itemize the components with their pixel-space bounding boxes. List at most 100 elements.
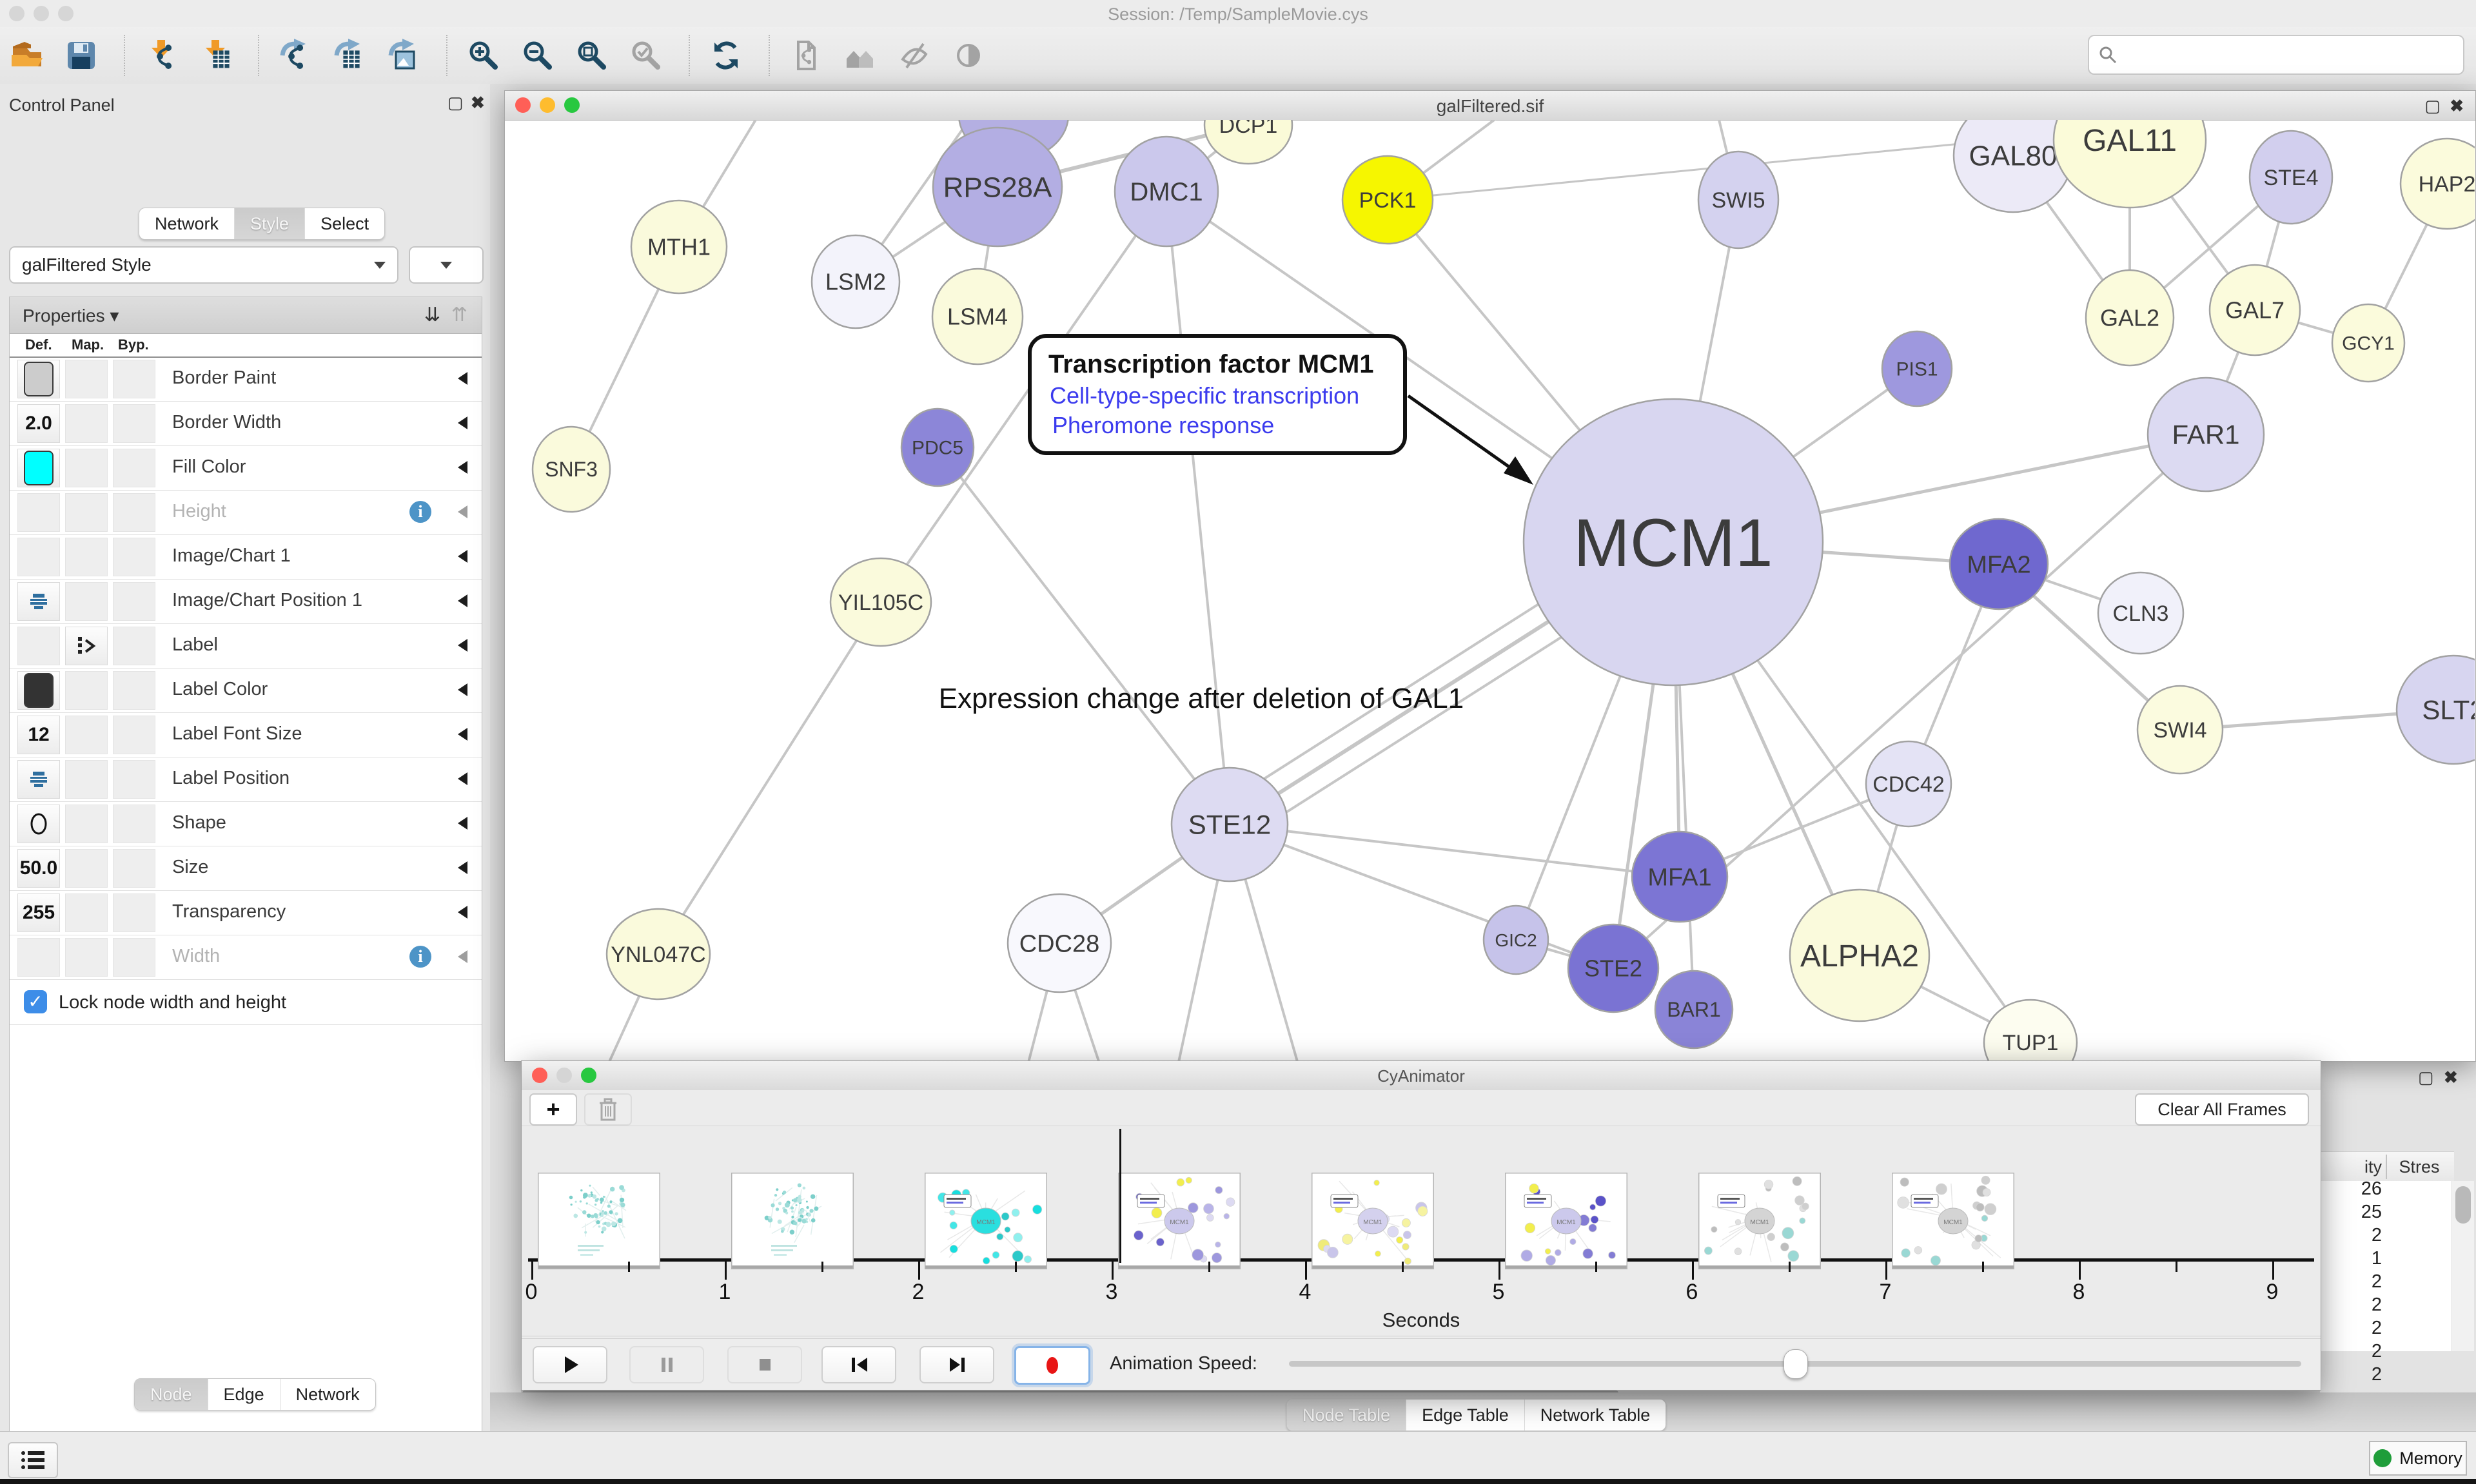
mapping-cell[interactable]	[65, 493, 108, 532]
expand-row-arrow-icon[interactable]	[458, 950, 467, 963]
group-nodes-button[interactable]	[841, 36, 879, 75]
frame-thumbnail-8[interactable]: MCM1	[1892, 1173, 2014, 1269]
table-cell[interactable]: 2	[2320, 1225, 2382, 1248]
mapping-cell[interactable]	[65, 805, 108, 843]
mapping-cell[interactable]	[65, 582, 108, 621]
hide-details-button[interactable]	[895, 36, 934, 75]
default-value-cell[interactable]	[17, 449, 60, 487]
table-cell[interactable]: 2	[2320, 1271, 2382, 1294]
mapping-cell[interactable]	[65, 938, 108, 977]
info-icon[interactable]: i	[409, 501, 431, 523]
network-node-LSM4[interactable]: LSM4	[932, 269, 1023, 364]
mapping-cell[interactable]	[65, 716, 108, 754]
network-node-MFA2[interactable]: MFA2	[1950, 519, 2048, 609]
search-input[interactable]	[2123, 39, 2463, 71]
bypass-cell[interactable]	[113, 849, 155, 888]
bypass-cell[interactable]	[113, 760, 155, 799]
network-node-CDC28[interactable]: CDC28	[1008, 894, 1111, 992]
float-panel-icon[interactable]: ▢	[2418, 1068, 2434, 1088]
frame-thumbnail-7[interactable]: MCM1	[1698, 1173, 1821, 1269]
lock-size-checkbox[interactable]: ✓	[24, 990, 47, 1013]
default-value-cell[interactable]	[17, 582, 60, 621]
bypass-cell[interactable]	[113, 449, 155, 487]
default-value-cell[interactable]	[17, 805, 60, 843]
close-panel-icon[interactable]: ✖	[2444, 1068, 2458, 1088]
default-value-cell[interactable]	[17, 493, 60, 532]
export-image-button[interactable]	[384, 36, 423, 75]
network-node-PCK1[interactable]: PCK1	[1342, 156, 1433, 244]
expand-row-arrow-icon[interactable]	[458, 594, 467, 607]
tab-edge[interactable]: Edge	[208, 1379, 280, 1410]
close-view-icon[interactable]: ✖	[2450, 96, 2464, 116]
zoom-in-button[interactable]	[464, 36, 503, 75]
network-node-SLT2[interactable]: SLT2	[2397, 656, 2475, 764]
default-value-cell[interactable]	[17, 938, 60, 977]
expand-row-arrow-icon[interactable]	[458, 683, 467, 696]
network-node-STE2[interactable]: STE2	[1568, 924, 1658, 1012]
collapse-all-icon[interactable]: ⇈	[451, 304, 467, 326]
table-cell[interactable]: 2	[2320, 1318, 2382, 1341]
network-node-BAR1[interactable]: BAR1	[1655, 971, 1733, 1048]
network-node-FAR1[interactable]: FAR1	[2148, 378, 2264, 491]
table-column-header[interactable]: ity	[2320, 1157, 2382, 1177]
mapping-cell[interactable]	[65, 893, 108, 932]
network-node-CLN3[interactable]: CLN3	[2098, 572, 2183, 654]
default-value-cell[interactable]: 12	[17, 716, 60, 754]
network-canvas[interactable]: DCP1RPS28ADMC1PCK1SWI5GAL80GAL11STE4HAP2…	[506, 120, 2475, 1061]
slider-knob[interactable]	[1783, 1349, 1808, 1379]
expand-row-arrow-icon[interactable]	[458, 906, 467, 919]
animation-speed-slider[interactable]	[1289, 1361, 2301, 1367]
import-table-button[interactable]	[196, 36, 235, 75]
skip-start-button[interactable]	[821, 1346, 896, 1383]
table-scrollbar[interactable]	[2451, 1181, 2474, 1351]
network-overview-button[interactable]	[787, 36, 825, 75]
network-node-TUP1[interactable]: TUP1	[1984, 1000, 2077, 1061]
tab-edge-table[interactable]: Edge Table	[1406, 1400, 1524, 1430]
add-frame-button[interactable]: +	[529, 1093, 577, 1126]
export-table-button[interactable]	[330, 36, 369, 75]
table-cell[interactable]: 1	[2320, 1248, 2382, 1271]
search-box[interactable]	[2088, 35, 2464, 75]
zoom-out-button[interactable]	[518, 36, 557, 75]
stop-button[interactable]	[727, 1346, 802, 1383]
delete-frame-button[interactable]	[584, 1093, 632, 1126]
network-node-PDC5[interactable]: PDC5	[901, 409, 974, 486]
pause-button[interactable]	[629, 1346, 704, 1383]
mapping-cell[interactable]	[65, 627, 108, 665]
expand-row-arrow-icon[interactable]	[458, 550, 467, 563]
expand-row-arrow-icon[interactable]	[458, 861, 467, 874]
properties-header[interactable]: Properties ▾ ⇊ ⇈	[10, 297, 482, 334]
network-node-SWI4[interactable]: SWI4	[2137, 686, 2223, 774]
expand-row-arrow-icon[interactable]	[458, 416, 467, 429]
tab-network-table[interactable]: Network Table	[1524, 1400, 1666, 1430]
bypass-cell[interactable]	[113, 938, 155, 977]
bypass-cell[interactable]	[113, 582, 155, 621]
float-window-icon[interactable]: ▢	[2424, 96, 2441, 116]
network-node-CDC42[interactable]: CDC42	[1866, 741, 1951, 826]
skip-end-button[interactable]	[919, 1346, 994, 1383]
network-node-ALPHA2[interactable]: ALPHA2	[1790, 890, 1929, 1021]
default-value-cell[interactable]	[17, 760, 60, 799]
network-node-MCM1[interactable]: MCM1	[1524, 399, 1823, 685]
table-cell[interactable]: 26	[2320, 1178, 2382, 1202]
annotation-link[interactable]: Cell-type-specific transcription	[1050, 382, 1359, 409]
cyanimator-titlebar[interactable]: CyAnimator	[522, 1061, 2321, 1091]
tab-select[interactable]: Select	[304, 208, 384, 239]
bypass-cell[interactable]	[113, 538, 155, 576]
network-node-YNL047C[interactable]: YNL047C	[607, 909, 710, 999]
table-cell[interactable]: 2	[2320, 1364, 2382, 1387]
open-session-button[interactable]	[8, 36, 46, 75]
default-value-cell[interactable]	[17, 360, 60, 398]
table-column-header[interactable]: Stres	[2387, 1157, 2451, 1177]
show-details-button[interactable]	[949, 36, 988, 75]
network-node-PIS1[interactable]: PIS1	[1882, 331, 1952, 406]
info-icon[interactable]: i	[409, 946, 431, 968]
import-network-button[interactable]	[142, 36, 181, 75]
mapping-cell[interactable]	[65, 671, 108, 710]
bypass-cell[interactable]	[113, 805, 155, 843]
mapping-cell[interactable]	[65, 760, 108, 799]
zoom-selected-button[interactable]	[627, 36, 665, 75]
network-node-RPS28A[interactable]: RPS28A	[933, 128, 1062, 246]
default-value-cell[interactable]: 2.0	[17, 404, 60, 443]
default-value-cell[interactable]	[17, 538, 60, 576]
